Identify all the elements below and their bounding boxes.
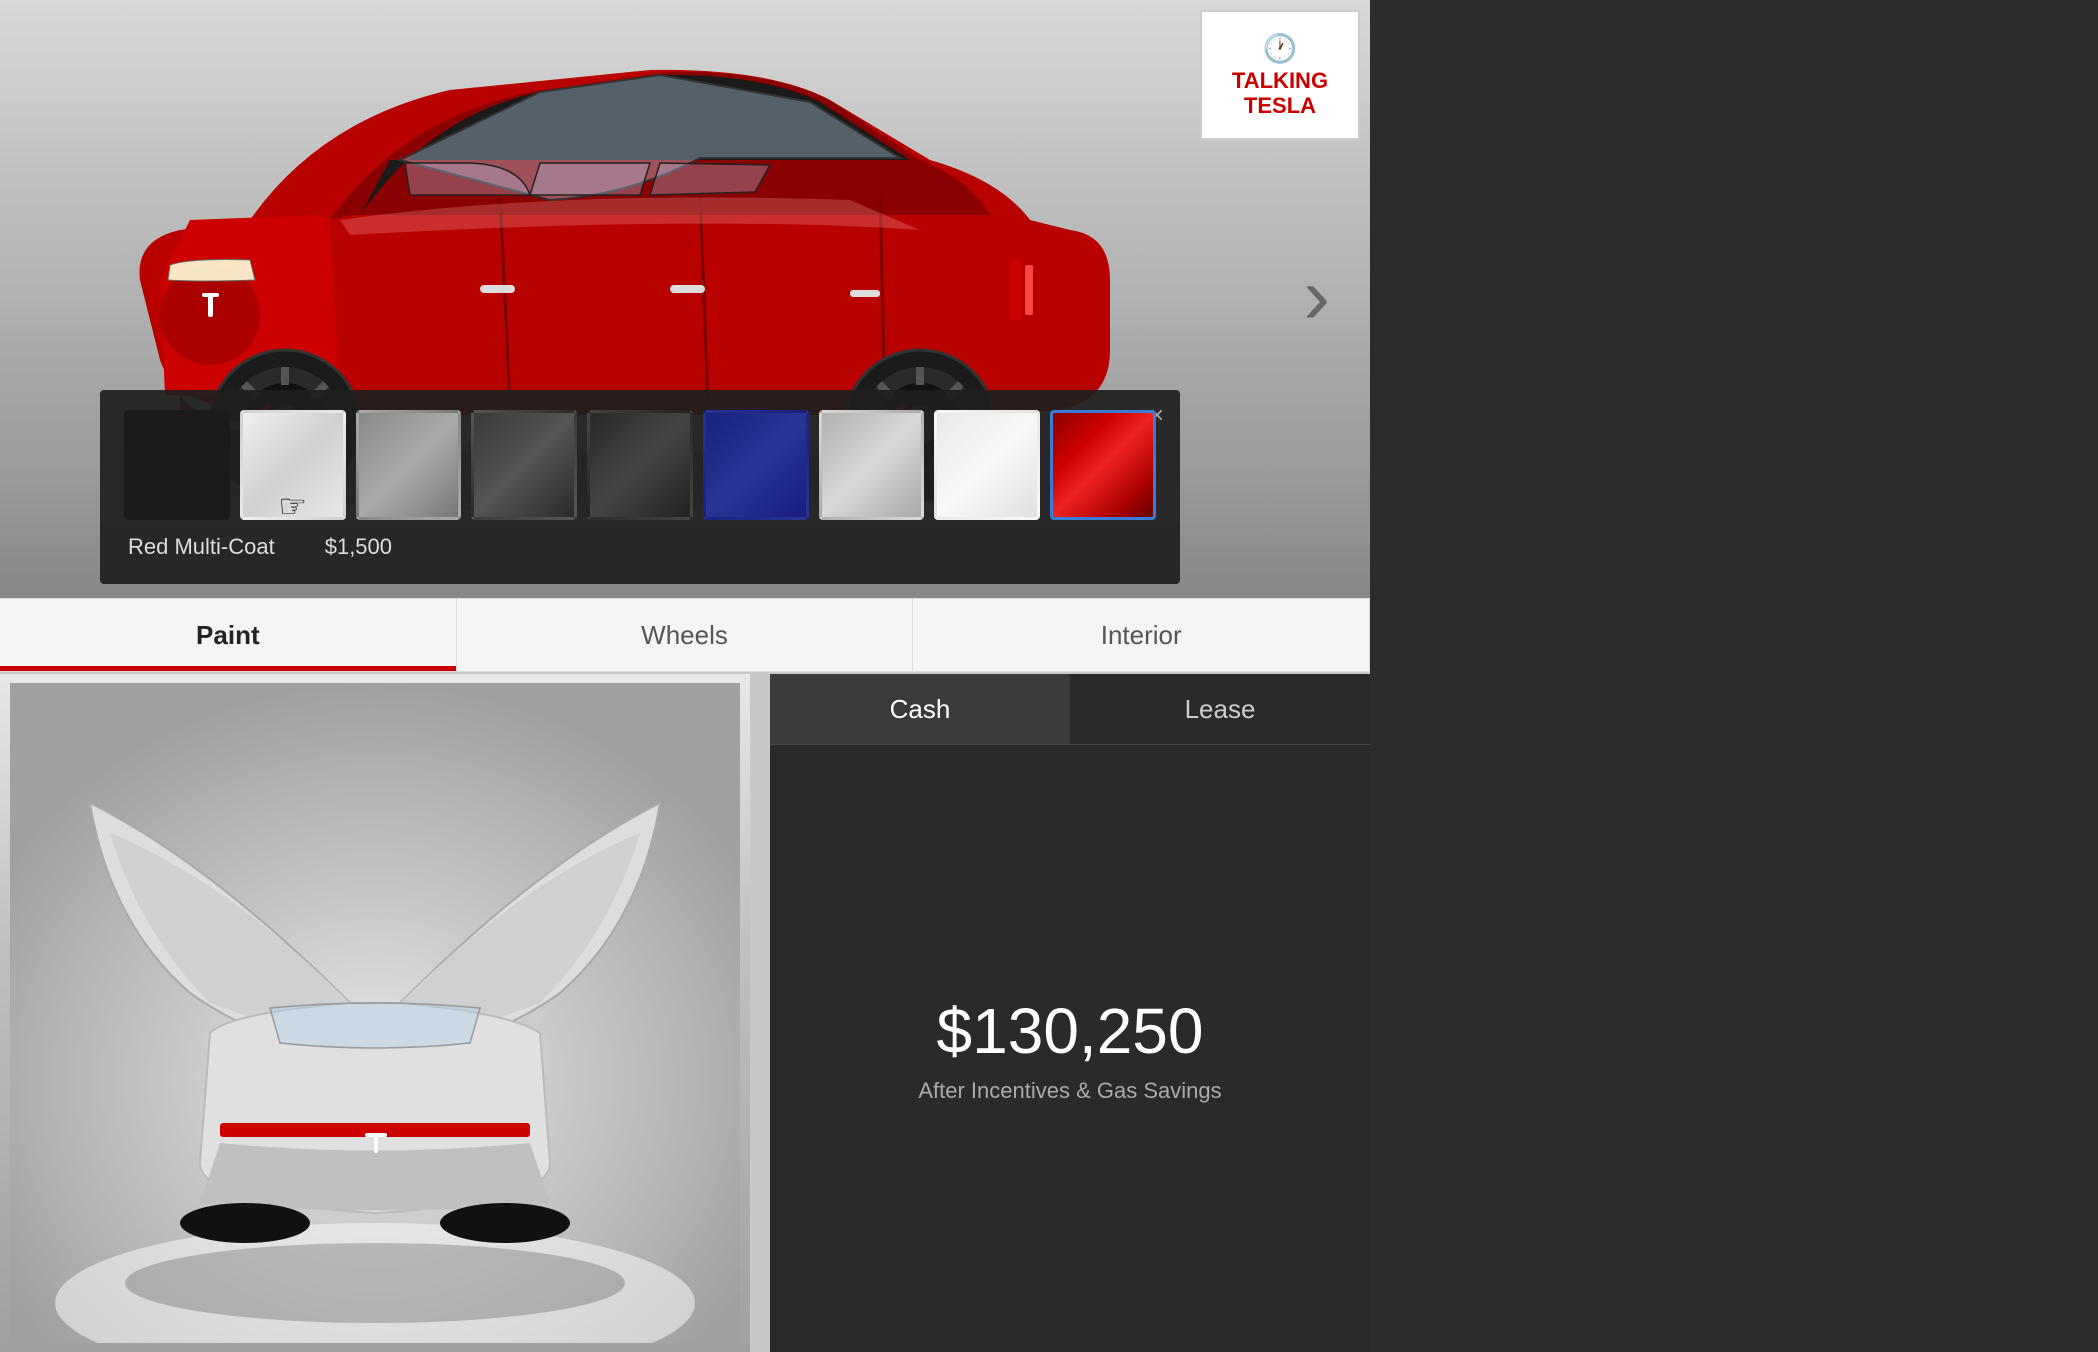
watermark-text: TALKINGTESLA: [1232, 69, 1328, 117]
selected-color-name: Red Multi-Coat: [128, 534, 275, 560]
selected-color-price: $1,500: [325, 534, 392, 560]
pricing-content: $130,250 After Incentives & Gas Savings: [770, 745, 1370, 1352]
pricing-panel: Cash Lease $130,250 After Incentives & G…: [770, 674, 1370, 1352]
color-picker-overlay: × ☞ Red Multi-Coat $1,500: [100, 390, 1180, 584]
color-swatches: ☞: [124, 410, 1156, 520]
color-label-area: Red Multi-Coat $1,500: [124, 534, 1156, 560]
swatch-gray[interactable]: [356, 410, 462, 520]
clock-icon: 🕐: [1263, 32, 1298, 65]
tab-wheels[interactable]: Wheels: [457, 599, 914, 671]
cursor-icon: ☞: [278, 487, 307, 525]
tab-navigation: Paint Wheels Interior: [0, 598, 1370, 672]
gull-wing-svg: [10, 683, 740, 1343]
price-subtitle: After Incentives & Gas Savings: [918, 1078, 1221, 1104]
right-sidebar: [1370, 0, 2098, 1352]
swatch-silver-light[interactable]: ☞: [240, 410, 346, 520]
tab-paint[interactable]: Paint: [0, 599, 457, 671]
tab-interior[interactable]: Interior: [913, 599, 1370, 671]
car-display-area: › 🕐 TALKINGTESLA × ☞ Red Multi-Coat $1,5…: [0, 0, 1370, 610]
price-amount: $130,250: [937, 994, 1204, 1068]
swatch-red[interactable]: [1050, 410, 1156, 520]
swatch-silver[interactable]: [819, 410, 925, 520]
pricing-tabs: Cash Lease: [770, 674, 1370, 745]
swatch-dark-gray[interactable]: [471, 410, 577, 520]
swatch-blue[interactable]: [703, 410, 809, 520]
next-arrow[interactable]: ›: [1303, 250, 1330, 342]
watermark-box: 🕐 TALKINGTESLA: [1200, 10, 1360, 140]
swatch-charcoal[interactable]: [587, 410, 693, 520]
pricing-tab-cash[interactable]: Cash: [770, 674, 1070, 744]
swatch-black[interactable]: [124, 410, 230, 520]
bottom-car-section: [0, 674, 750, 1352]
gull-wing-car-image: [0, 674, 750, 1352]
pricing-tab-lease[interactable]: Lease: [1070, 674, 1370, 744]
swatch-white[interactable]: [934, 410, 1040, 520]
